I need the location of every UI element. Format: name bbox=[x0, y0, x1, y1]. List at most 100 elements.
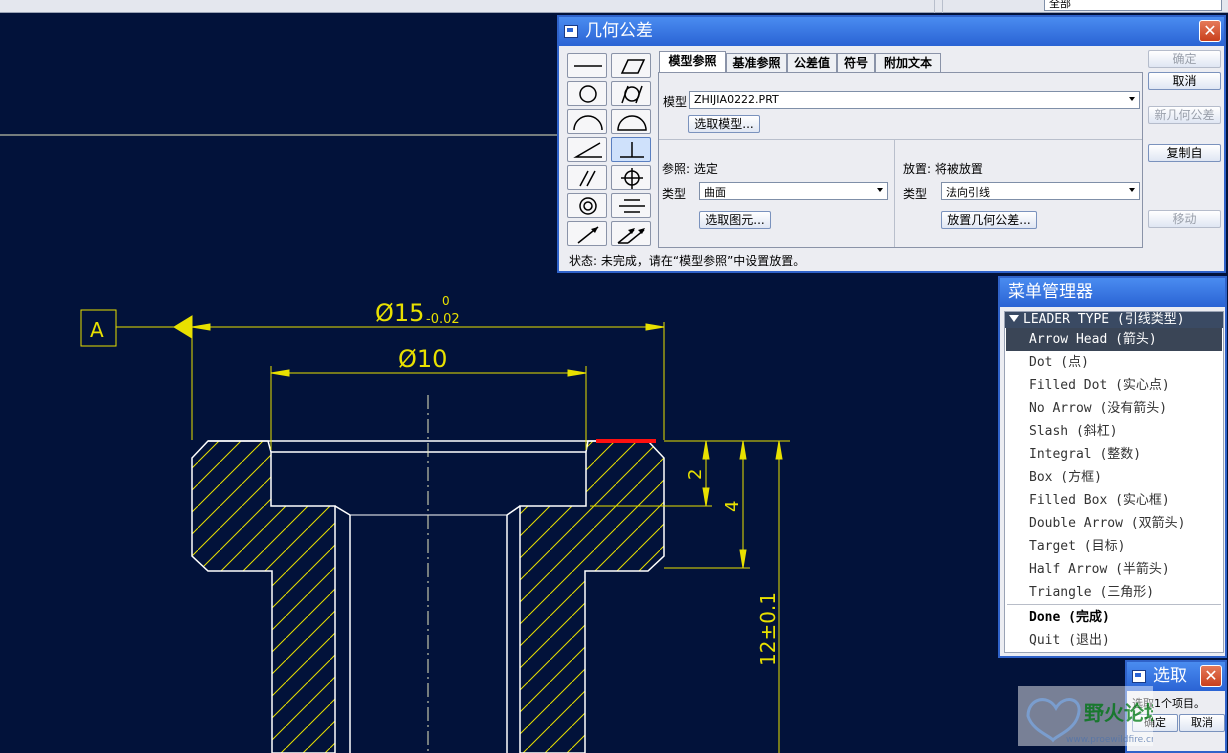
select-model-button[interactable]: 选取模型... bbox=[688, 115, 760, 133]
menu-item-integral[interactable]: Integral (整数) bbox=[1005, 443, 1223, 466]
surface-profile-icon bbox=[617, 115, 647, 131]
circular-runout-button[interactable] bbox=[567, 221, 607, 246]
dimensions bbox=[80, 309, 790, 753]
select-dialog-title: 选取 bbox=[1153, 666, 1187, 686]
toolbar-separator bbox=[942, 0, 943, 13]
flatness-button[interactable] bbox=[611, 53, 651, 78]
model-value: ZHIJIA0222.PRT bbox=[694, 93, 779, 106]
menu-item-slash[interactable]: Slash (斜杠) bbox=[1005, 420, 1223, 443]
circularity-icon bbox=[579, 85, 597, 103]
menu-item-half-arrow[interactable]: Half Arrow (半箭头) bbox=[1005, 558, 1223, 581]
close-button[interactable]: ✕ bbox=[1200, 665, 1222, 687]
menu-item-dot[interactable]: Dot (点) bbox=[1005, 351, 1223, 374]
angularity-button[interactable] bbox=[567, 137, 607, 162]
dim-outer: Ø15 bbox=[375, 299, 424, 327]
model-ref-panel: 模型 ZHIJIA0222.PRT 选取模型... 参照: 选定 类型 曲面 选… bbox=[658, 72, 1143, 248]
tolerance-symbol-grid bbox=[567, 53, 655, 247]
menu-manager-titlebar[interactable]: 菜单管理器 bbox=[1000, 278, 1225, 307]
tab-symbol[interactable]: 符号 bbox=[837, 53, 875, 73]
reference-type-label: 类型 bbox=[662, 187, 687, 201]
new-tolerance-button[interactable]: 新几何公差 bbox=[1148, 106, 1221, 124]
surface-profile-button[interactable] bbox=[611, 109, 651, 134]
chevron-down-icon bbox=[877, 188, 883, 192]
menu-manager-title: 菜单管理器 bbox=[1008, 282, 1093, 302]
flatness-icon bbox=[620, 59, 646, 74]
placement-type-value: 法向引线 bbox=[946, 186, 990, 199]
model-label: 模型 bbox=[663, 95, 688, 109]
menu-header[interactable]: LEADER TYPE (引线类型) bbox=[1005, 312, 1223, 328]
menu-item-triangle[interactable]: Triangle (三角形) bbox=[1005, 581, 1223, 604]
circularity-button[interactable] bbox=[567, 81, 607, 106]
reference-type-value: 曲面 bbox=[704, 186, 726, 199]
menu-item-filled-box[interactable]: Filled Box (实心框) bbox=[1005, 489, 1223, 512]
part-section bbox=[191, 395, 665, 753]
geometric-tolerance-dialog: 几何公差 ✕ 模型参照 基准参照 公差值 符号 附加文本 模型 ZHIJIA02… bbox=[557, 15, 1226, 273]
place-tolerance-button[interactable]: 放置几何公差... bbox=[941, 211, 1037, 229]
filter-combo[interactable]: 全部 bbox=[1044, 0, 1222, 11]
menu-manager: 菜单管理器 LEADER TYPE (引线类型) Arrow Head (箭头)… bbox=[998, 276, 1227, 658]
dim-depth-4: 4 bbox=[722, 501, 743, 512]
placement-type-label: 类型 bbox=[903, 187, 928, 201]
menu-header-label: LEADER TYPE (引线类型) bbox=[1023, 312, 1185, 327]
watermark-logo: 野火论坛 www.proewildfire.cn bbox=[1018, 686, 1153, 746]
move-button[interactable]: 移动 bbox=[1148, 210, 1221, 228]
symmetry-icon bbox=[619, 199, 645, 213]
dim-depth-2: 2 bbox=[685, 469, 706, 480]
close-button[interactable]: ✕ bbox=[1199, 20, 1221, 42]
menu-item-filled-dot[interactable]: Filled Dot (实心点) bbox=[1005, 374, 1223, 397]
cylindricity-button[interactable] bbox=[611, 81, 651, 106]
perpendicularity-icon bbox=[620, 142, 644, 158]
select-cancel-button[interactable]: 取消 bbox=[1179, 714, 1225, 732]
leader-type-menu: LEADER TYPE (引线类型) Arrow Head (箭头) Dot (… bbox=[1004, 311, 1224, 653]
toolbar-separator bbox=[934, 0, 935, 13]
select-entity-button[interactable]: 选取图元... bbox=[699, 211, 771, 229]
symmetry-button[interactable] bbox=[611, 193, 651, 218]
total-runout-icon bbox=[617, 228, 645, 244]
concentricity-button[interactable] bbox=[567, 193, 607, 218]
circular-runout-icon bbox=[577, 226, 599, 244]
perpendicularity-button[interactable] bbox=[611, 137, 651, 162]
placement-type-combo[interactable]: 法向引线 bbox=[941, 182, 1140, 200]
parallelism-button[interactable] bbox=[567, 165, 607, 190]
menu-item-double-arrow[interactable]: Double Arrow (双箭头) bbox=[1005, 512, 1223, 535]
panel-divider bbox=[894, 140, 895, 247]
copy-from-button[interactable]: 复制自 bbox=[1148, 144, 1221, 162]
window-icon bbox=[1132, 670, 1146, 683]
position-icon bbox=[621, 168, 643, 189]
tab-datum-ref[interactable]: 基准参照 bbox=[726, 53, 787, 73]
watermark-url: www.proewildfire.cn bbox=[1066, 735, 1153, 745]
top-toolbar-strip: 全部 bbox=[0, 0, 1228, 13]
chevron-down-icon bbox=[1129, 188, 1135, 192]
placement-label: 放置: 将被放置 bbox=[903, 162, 983, 176]
position-button[interactable] bbox=[611, 165, 651, 190]
straightness-icon bbox=[574, 65, 602, 67]
concentricity-icon bbox=[579, 197, 597, 215]
menu-item-box[interactable]: Box (方框) bbox=[1005, 466, 1223, 489]
cancel-button[interactable]: 取消 bbox=[1148, 72, 1221, 90]
dialog-title: 几何公差 bbox=[585, 21, 653, 41]
panel-divider bbox=[659, 139, 1142, 140]
menu-item-no-arrow[interactable]: No Arrow (没有箭头) bbox=[1005, 397, 1223, 420]
dialog-titlebar[interactable]: 几何公差 ✕ bbox=[559, 17, 1224, 46]
menu-item-done[interactable]: Done (完成) bbox=[1005, 606, 1223, 629]
dim-height: 12±0.1 bbox=[756, 592, 780, 666]
window-icon bbox=[564, 25, 578, 38]
reference-type-combo[interactable]: 曲面 bbox=[699, 182, 888, 200]
dim-outer-tol-upper: 0 bbox=[442, 294, 450, 308]
angularity-icon bbox=[573, 142, 602, 158]
tab-additional-text[interactable]: 附加文本 bbox=[875, 53, 941, 73]
tab-tolerance-value[interactable]: 公差值 bbox=[787, 53, 837, 73]
chevron-down-icon bbox=[1129, 97, 1135, 101]
tab-model-ref[interactable]: 模型参照 bbox=[659, 51, 726, 74]
datum-label: A bbox=[90, 318, 104, 342]
model-combo[interactable]: ZHIJIA0222.PRT bbox=[689, 91, 1140, 109]
dim-outer-tol-lower: -0.02 bbox=[426, 312, 460, 327]
line-profile-button[interactable] bbox=[567, 109, 607, 134]
collapse-triangle-icon bbox=[1009, 315, 1019, 322]
menu-item-target[interactable]: Target (目标) bbox=[1005, 535, 1223, 558]
menu-item-quit[interactable]: Quit (退出) bbox=[1005, 629, 1223, 652]
straightness-button[interactable] bbox=[567, 53, 607, 78]
ok-button[interactable]: 确定 bbox=[1148, 50, 1221, 68]
menu-item-arrow-head[interactable]: Arrow Head (箭头) bbox=[1006, 328, 1222, 351]
total-runout-button[interactable] bbox=[611, 221, 651, 246]
